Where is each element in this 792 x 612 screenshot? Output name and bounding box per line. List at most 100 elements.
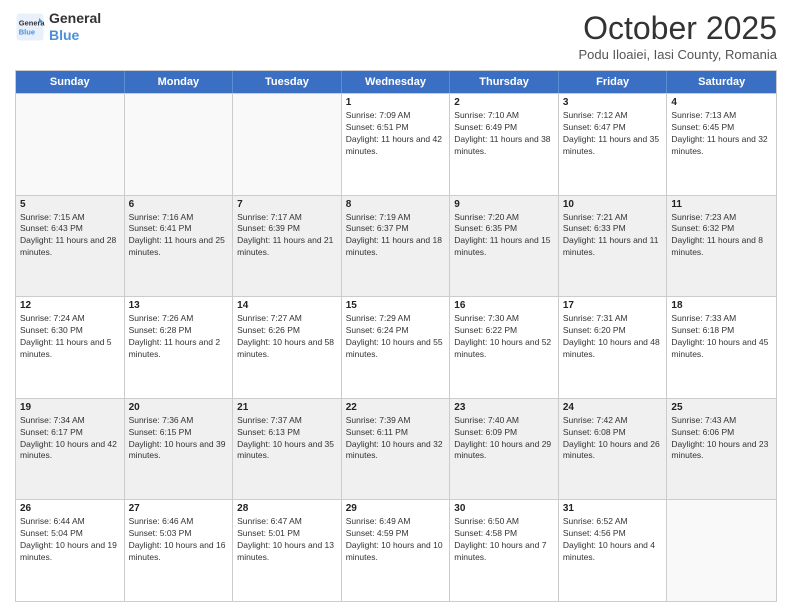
cal-cell-24: 24 Sunrise: 7:42 AM Sunset: 6:08 PM Dayli…: [559, 399, 668, 500]
month-title: October 2025: [579, 10, 777, 47]
title-block: October 2025 Podu Iloaiei, Iasi County, …: [579, 10, 777, 62]
day-info: Sunrise: 6:46 AM Sunset: 5:03 PM Dayligh…: [129, 516, 229, 564]
day-number: 23: [454, 402, 554, 413]
cal-cell-28: 28 Sunrise: 6:47 AM Sunset: 5:01 PM Dayli…: [233, 500, 342, 601]
cal-week-2: 5 Sunrise: 7:15 AM Sunset: 6:43 PM Daylig…: [16, 195, 776, 297]
cal-cell-15: 15 Sunrise: 7:29 AM Sunset: 6:24 PM Dayli…: [342, 297, 451, 398]
day-info: Sunrise: 7:17 AM Sunset: 6:39 PM Dayligh…: [237, 212, 337, 260]
day-number: 26: [20, 503, 120, 514]
day-number: 7: [237, 199, 337, 210]
day-info: Sunrise: 6:50 AM Sunset: 4:58 PM Dayligh…: [454, 516, 554, 564]
day-number: 22: [346, 402, 446, 413]
day-info: Sunrise: 6:47 AM Sunset: 5:01 PM Dayligh…: [237, 516, 337, 564]
cal-header-monday: Monday: [125, 71, 234, 93]
day-number: 12: [20, 300, 120, 311]
cal-cell-20: 20 Sunrise: 7:36 AM Sunset: 6:15 PM Dayli…: [125, 399, 234, 500]
day-number: 27: [129, 503, 229, 514]
header: General Blue General Blue October 2025 P…: [15, 10, 777, 62]
day-number: 29: [346, 503, 446, 514]
cal-cell-27: 27 Sunrise: 6:46 AM Sunset: 5:03 PM Dayli…: [125, 500, 234, 601]
cal-cell-16: 16 Sunrise: 7:30 AM Sunset: 6:22 PM Dayli…: [450, 297, 559, 398]
cal-header-wednesday: Wednesday: [342, 71, 451, 93]
day-info: Sunrise: 7:19 AM Sunset: 6:37 PM Dayligh…: [346, 212, 446, 260]
cal-cell-30: 30 Sunrise: 6:50 AM Sunset: 4:58 PM Dayli…: [450, 500, 559, 601]
logo-line2: Blue: [49, 27, 101, 44]
cal-week-1: 1Sunrise: 7:09 AM Sunset: 6:51 PM Daylig…: [16, 93, 776, 195]
day-info: Sunrise: 7:24 AM Sunset: 6:30 PM Dayligh…: [20, 313, 120, 361]
day-number: 11: [671, 199, 772, 210]
day-number: 18: [671, 300, 772, 311]
day-number: 5: [20, 199, 120, 210]
day-number: 14: [237, 300, 337, 311]
cal-cell-19: 19Sunrise: 7:34 AM Sunset: 6:17 PM Dayli…: [16, 399, 125, 500]
day-info: Sunrise: 7:33 AM Sunset: 6:18 PM Dayligh…: [671, 313, 772, 361]
cal-cell-empty: [125, 94, 234, 195]
day-info: Sunrise: 7:23 AM Sunset: 6:32 PM Dayligh…: [671, 212, 772, 260]
day-info: Sunrise: 7:26 AM Sunset: 6:28 PM Dayligh…: [129, 313, 229, 361]
cal-header-saturday: Saturday: [667, 71, 776, 93]
day-number: 2: [454, 97, 554, 108]
day-info: Sunrise: 7:36 AM Sunset: 6:15 PM Dayligh…: [129, 415, 229, 463]
day-number: 8: [346, 199, 446, 210]
day-info: Sunrise: 7:21 AM Sunset: 6:33 PM Dayligh…: [563, 212, 663, 260]
day-number: 21: [237, 402, 337, 413]
day-info: Sunrise: 7:15 AM Sunset: 6:43 PM Dayligh…: [20, 212, 120, 260]
day-number: 16: [454, 300, 554, 311]
day-number: 3: [563, 97, 663, 108]
cal-cell-1: 1Sunrise: 7:09 AM Sunset: 6:51 PM Daylig…: [342, 94, 451, 195]
cal-header-friday: Friday: [559, 71, 668, 93]
cal-header-sunday: Sunday: [16, 71, 125, 93]
day-number: 19: [20, 402, 120, 413]
day-number: 30: [454, 503, 554, 514]
page: General Blue General Blue October 2025 P…: [0, 0, 792, 612]
cal-cell-empty: [667, 500, 776, 601]
svg-text:Blue: Blue: [19, 27, 35, 36]
day-info: Sunrise: 7:39 AM Sunset: 6:11 PM Dayligh…: [346, 415, 446, 463]
day-number: 15: [346, 300, 446, 311]
calendar-body: 1Sunrise: 7:09 AM Sunset: 6:51 PM Daylig…: [16, 93, 776, 601]
cal-cell-4: 4 Sunrise: 7:13 AM Sunset: 6:45 PM Daylig…: [667, 94, 776, 195]
cal-cell-22: 22 Sunrise: 7:39 AM Sunset: 6:11 PM Dayli…: [342, 399, 451, 500]
day-info: Sunrise: 7:12 AM Sunset: 6:47 PM Dayligh…: [563, 110, 663, 158]
cal-header-thursday: Thursday: [450, 71, 559, 93]
day-number: 17: [563, 300, 663, 311]
day-number: 25: [671, 402, 772, 413]
cal-week-4: 19Sunrise: 7:34 AM Sunset: 6:17 PM Dayli…: [16, 398, 776, 500]
cal-cell-3: 3 Sunrise: 7:12 AM Sunset: 6:47 PM Daylig…: [559, 94, 668, 195]
subtitle: Podu Iloaiei, Iasi County, Romania: [579, 47, 777, 62]
day-info: Sunrise: 7:10 AM Sunset: 6:49 PM Dayligh…: [454, 110, 554, 158]
day-info: Sunrise: 7:40 AM Sunset: 6:09 PM Dayligh…: [454, 415, 554, 463]
cal-cell-6: 6Sunrise: 7:16 AM Sunset: 6:41 PM Daylig…: [125, 196, 234, 297]
day-number: 20: [129, 402, 229, 413]
svg-text:General: General: [19, 18, 45, 27]
logo: General Blue General Blue: [15, 10, 101, 44]
day-number: 4: [671, 97, 772, 108]
cal-cell-7: 7 Sunrise: 7:17 AM Sunset: 6:39 PM Daylig…: [233, 196, 342, 297]
day-number: 9: [454, 199, 554, 210]
cal-cell-21: 21 Sunrise: 7:37 AM Sunset: 6:13 PM Dayli…: [233, 399, 342, 500]
day-number: 13: [129, 300, 229, 311]
day-number: 24: [563, 402, 663, 413]
cal-cell-31: 31Sunrise: 6:52 AM Sunset: 4:56 PM Dayli…: [559, 500, 668, 601]
logo-line1: General: [49, 10, 101, 27]
cal-cell-26: 26Sunrise: 6:44 AM Sunset: 5:04 PM Dayli…: [16, 500, 125, 601]
cal-cell-23: 23 Sunrise: 7:40 AM Sunset: 6:09 PM Dayli…: [450, 399, 559, 500]
day-info: Sunrise: 7:42 AM Sunset: 6:08 PM Dayligh…: [563, 415, 663, 463]
day-info: Sunrise: 7:43 AM Sunset: 6:06 PM Dayligh…: [671, 415, 772, 463]
calendar: SundayMondayTuesdayWednesdayThursdayFrid…: [15, 70, 777, 602]
cal-cell-13: 13 Sunrise: 7:26 AM Sunset: 6:28 PM Dayli…: [125, 297, 234, 398]
day-number: 28: [237, 503, 337, 514]
day-info: Sunrise: 7:29 AM Sunset: 6:24 PM Dayligh…: [346, 313, 446, 361]
cal-cell-5: 5 Sunrise: 7:15 AM Sunset: 6:43 PM Daylig…: [16, 196, 125, 297]
day-info: Sunrise: 7:37 AM Sunset: 6:13 PM Dayligh…: [237, 415, 337, 463]
day-info: Sunrise: 7:13 AM Sunset: 6:45 PM Dayligh…: [671, 110, 772, 158]
day-info: Sunrise: 7:30 AM Sunset: 6:22 PM Dayligh…: [454, 313, 554, 361]
cal-cell-10: 10Sunrise: 7:21 AM Sunset: 6:33 PM Dayli…: [559, 196, 668, 297]
day-info: Sunrise: 6:49 AM Sunset: 4:59 PM Dayligh…: [346, 516, 446, 564]
logo-text: General Blue: [49, 10, 101, 44]
cal-cell-2: 2 Sunrise: 7:10 AM Sunset: 6:49 PM Daylig…: [450, 94, 559, 195]
cal-week-5: 26Sunrise: 6:44 AM Sunset: 5:04 PM Dayli…: [16, 499, 776, 601]
cal-cell-9: 9Sunrise: 7:20 AM Sunset: 6:35 PM Daylig…: [450, 196, 559, 297]
day-number: 1: [346, 97, 446, 108]
cal-cell-12: 12 Sunrise: 7:24 AM Sunset: 6:30 PM Dayli…: [16, 297, 125, 398]
